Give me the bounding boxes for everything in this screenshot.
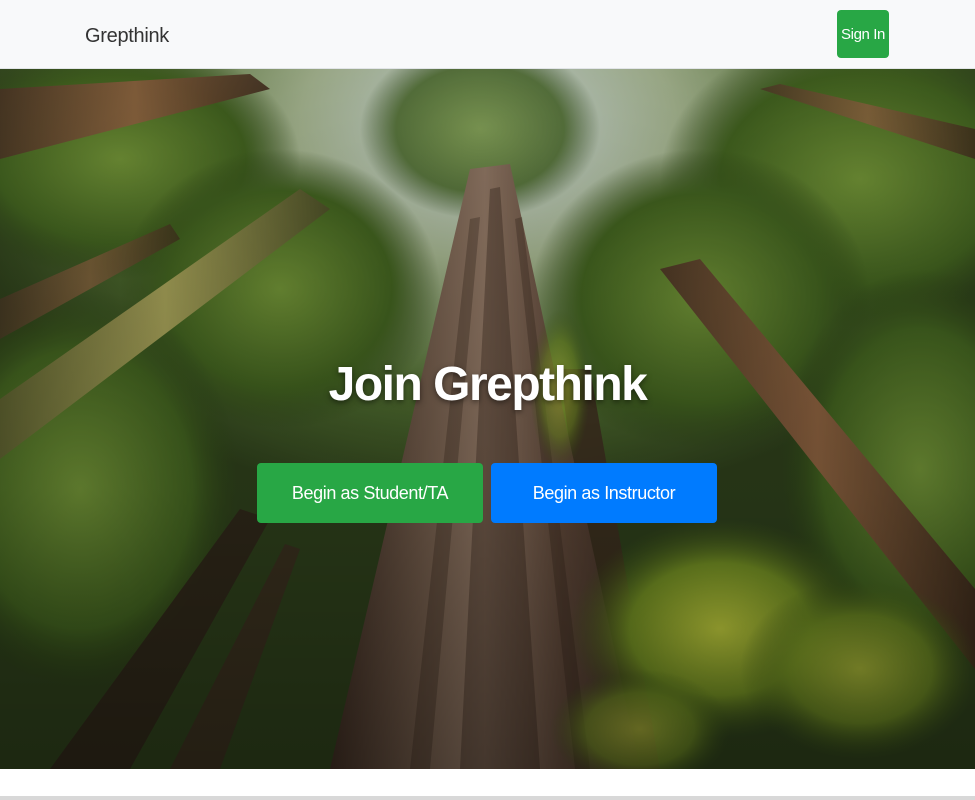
begin-instructor-button[interactable]: Begin as Instructor xyxy=(491,463,717,523)
brand-link[interactable]: Grepthink xyxy=(85,24,169,48)
redwood-forest-image xyxy=(0,69,975,769)
hero-section: Join Grepthink Begin as Student/TA Begin… xyxy=(0,69,975,769)
hero-title: Join Grepthink xyxy=(328,358,648,412)
footer-divider xyxy=(0,796,975,800)
begin-student-button[interactable]: Begin as Student/TA xyxy=(257,463,483,523)
sign-in-button[interactable]: Sign In xyxy=(837,10,889,58)
navbar: Grepthink Sign In xyxy=(0,0,975,69)
